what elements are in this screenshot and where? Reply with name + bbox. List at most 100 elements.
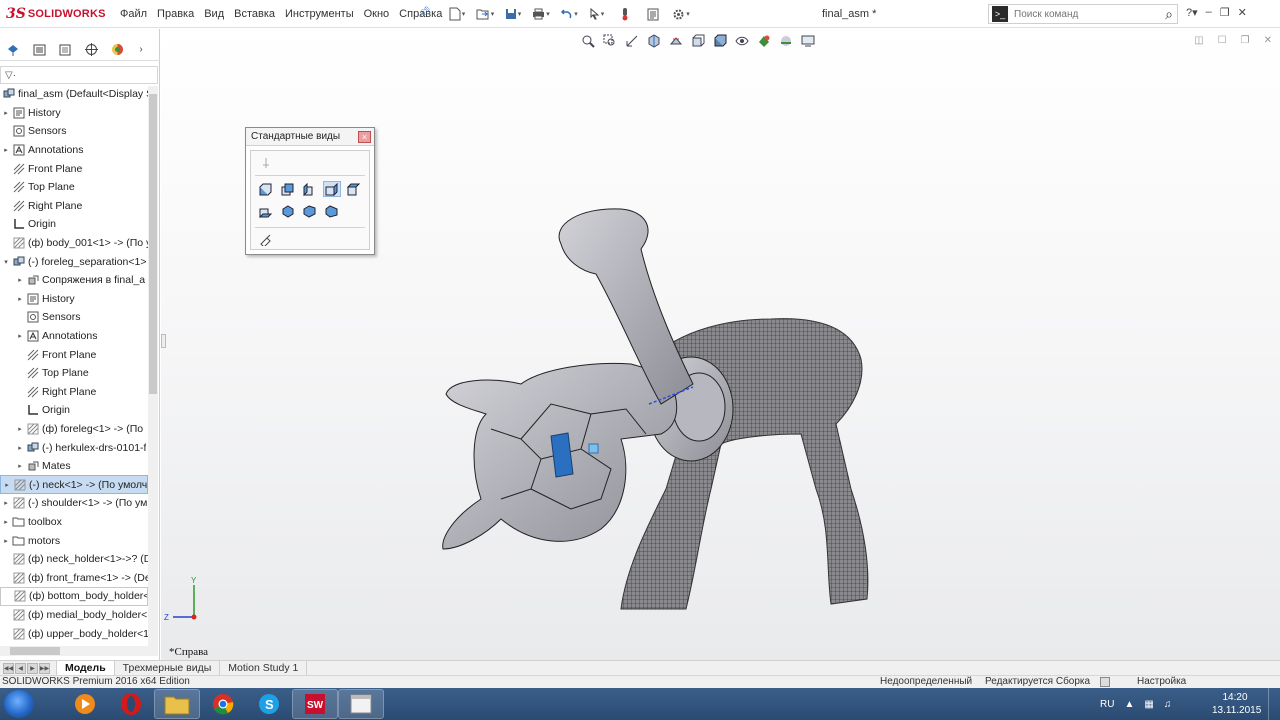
tree-item[interactable]: ▸ toolbox bbox=[0, 513, 148, 532]
back-view-icon[interactable] bbox=[279, 181, 297, 197]
split-view-icon[interactable]: ◫ bbox=[1194, 35, 1203, 46]
minimize-icon[interactable]: – bbox=[1206, 6, 1212, 19]
prev-tab-icon[interactable]: ◀ bbox=[15, 662, 26, 674]
print-icon[interactable]: ▾ bbox=[530, 5, 552, 23]
tree-horizontal-scrollbar[interactable] bbox=[0, 646, 158, 656]
tree-item[interactable]: ▸ Annotations bbox=[0, 141, 148, 160]
save-icon[interactable]: ▾ bbox=[502, 5, 524, 23]
view-orientation-icon[interactable] bbox=[689, 33, 706, 48]
tree-item[interactable]: Sensors bbox=[0, 308, 148, 327]
expand-arrow-icon[interactable]: ▸ bbox=[2, 537, 10, 545]
undo-icon[interactable]: ▾ bbox=[558, 5, 580, 23]
menu-insert[interactable]: Вставка bbox=[234, 8, 275, 20]
network-icon[interactable]: ▦ bbox=[1144, 699, 1153, 710]
top-view-icon[interactable] bbox=[345, 181, 363, 197]
display-manager-tab-icon[interactable] bbox=[104, 40, 130, 60]
panel-splitter-handle[interactable] bbox=[161, 334, 166, 348]
collapse-arrow-icon[interactable]: ▾ bbox=[2, 258, 10, 266]
expand-arrow-icon[interactable]: ▸ bbox=[3, 481, 11, 489]
last-tab-icon[interactable]: ▶▶ bbox=[39, 662, 50, 674]
scrollbar-thumb[interactable] bbox=[10, 647, 60, 655]
tab-model[interactable]: Модель bbox=[56, 660, 115, 676]
file-properties-icon[interactable] bbox=[642, 5, 664, 23]
normal-to-icon[interactable] bbox=[257, 231, 275, 247]
menu-tools[interactable]: Инструменты bbox=[285, 8, 354, 20]
expand-arrow-icon[interactable]: ▸ bbox=[16, 276, 24, 284]
expand-tabs-icon[interactable]: › bbox=[130, 40, 152, 60]
expand-arrow-icon[interactable]: ▸ bbox=[2, 518, 10, 526]
propertymanager-tab-icon[interactable] bbox=[26, 40, 52, 60]
tree-item[interactable]: ▸ motors bbox=[0, 531, 148, 550]
app-logo[interactable]: 3S SOLIDWORKS bbox=[6, 5, 106, 23]
menu-window[interactable]: Окно bbox=[364, 8, 390, 20]
show-desktop-button[interactable] bbox=[1268, 688, 1280, 720]
skype-icon[interactable]: S bbox=[246, 689, 292, 719]
first-tab-icon[interactable]: ◀◀ bbox=[3, 662, 14, 674]
tab-3d-views[interactable]: Трехмерные виды bbox=[115, 660, 221, 676]
hide-show-items-icon[interactable] bbox=[733, 33, 750, 48]
pin-menu-icon[interactable]: 📌︎ bbox=[418, 7, 431, 19]
bottom-view-icon[interactable] bbox=[257, 203, 275, 219]
apply-scene-icon[interactable] bbox=[777, 33, 794, 48]
expand-arrow-icon[interactable]: ▸ bbox=[16, 462, 24, 470]
section-view-icon[interactable] bbox=[645, 33, 662, 48]
expand-arrow-icon[interactable]: ▸ bbox=[16, 332, 24, 340]
rebuild-icon[interactable] bbox=[614, 5, 636, 23]
tree-item[interactable]: ▸ (ф) foreleg<1> -> (По bbox=[0, 420, 148, 439]
close-icon[interactable]: ✕ bbox=[1238, 6, 1247, 19]
tree-filter[interactable]: ▽· bbox=[0, 66, 158, 84]
graphics-area[interactable]: ◫ ☐ ❐ ✕ Стандартные виды × Y Z *Справа bbox=[161, 29, 1280, 660]
tree-item[interactable]: (ф) neck_holder<1>->? (D bbox=[0, 550, 148, 569]
tree-item[interactable]: ▸ Annotations bbox=[0, 327, 148, 346]
dimetric-view-icon[interactable] bbox=[323, 203, 341, 219]
menu-view[interactable]: Вид bbox=[204, 8, 224, 20]
tree-item[interactable]: (ф) front_frame<1> -> (De bbox=[0, 568, 148, 587]
restore-icon[interactable]: ❐ bbox=[1220, 6, 1230, 19]
folder-icon[interactable] bbox=[154, 689, 200, 719]
view-settings-icon[interactable] bbox=[799, 33, 816, 48]
opera-icon[interactable] bbox=[108, 689, 154, 719]
tree-item[interactable]: Origin bbox=[0, 401, 148, 420]
right-view-icon[interactable] bbox=[323, 181, 341, 197]
close-dialog-icon[interactable]: × bbox=[358, 131, 371, 143]
trimetric-view-icon[interactable] bbox=[301, 203, 319, 219]
language-indicator[interactable]: RU bbox=[1100, 699, 1114, 710]
new-document-icon[interactable]: ▾ bbox=[446, 5, 468, 23]
featuremanager-tab-icon[interactable] bbox=[0, 40, 26, 60]
tree-item[interactable]: (ф) upper_body_holder<1 bbox=[0, 624, 148, 643]
tree-item[interactable]: ▸ History bbox=[0, 290, 148, 309]
tree-item[interactable]: Sensors bbox=[0, 122, 148, 141]
search-icon[interactable]: ⌕ bbox=[1165, 6, 1173, 23]
expand-arrow-icon[interactable]: ▸ bbox=[16, 425, 24, 433]
tree-item[interactable]: ▾ (-) foreleg_separation<1> bbox=[0, 252, 148, 271]
solidworks-icon[interactable]: SW bbox=[292, 689, 338, 719]
expand-arrow-icon[interactable]: ▸ bbox=[2, 109, 10, 117]
tree-item[interactable]: (ф) bottom_body_holder< bbox=[0, 587, 148, 606]
zoom-to-area-icon[interactable] bbox=[601, 33, 618, 48]
tree-item[interactable]: Top Plane bbox=[0, 178, 148, 197]
isometric-view-icon[interactable] bbox=[279, 203, 297, 219]
filter-icon[interactable]: ▽· bbox=[5, 70, 16, 81]
restore-view-icon[interactable]: ☐ bbox=[1218, 35, 1227, 46]
dynamic-annotation-icon[interactable] bbox=[667, 33, 684, 48]
pin-dialog-icon[interactable] bbox=[257, 155, 275, 171]
chrome-icon[interactable] bbox=[200, 689, 246, 719]
previous-view-icon[interactable] bbox=[623, 33, 640, 48]
tree-item[interactable]: Origin bbox=[0, 215, 148, 234]
select-arrow-icon[interactable]: ▾ bbox=[586, 5, 608, 23]
close-view-icon[interactable]: ✕ bbox=[1264, 35, 1272, 46]
tree-item[interactable]: Top Plane bbox=[0, 364, 148, 383]
robot-model[interactable] bbox=[431, 199, 921, 619]
tree-vertical-scrollbar[interactable] bbox=[148, 86, 158, 646]
left-view-icon[interactable] bbox=[301, 181, 319, 197]
front-view-icon[interactable] bbox=[257, 181, 275, 197]
tree-item[interactable]: ▸ (-) shoulder<1> -> (По ум bbox=[0, 494, 148, 513]
window-icon[interactable] bbox=[338, 689, 384, 719]
open-icon[interactable]: ▾ bbox=[474, 5, 496, 23]
tree-item[interactable]: ▸ (-) herkulex-drs-0101-f bbox=[0, 438, 148, 457]
edit-appearance-icon[interactable] bbox=[755, 33, 772, 48]
display-style-icon[interactable] bbox=[711, 33, 728, 48]
tile-view-icon[interactable]: ❐ bbox=[1241, 35, 1250, 46]
clock[interactable]: 14:20 13.11.2015 bbox=[1212, 691, 1261, 717]
expand-arrow-icon[interactable]: ▸ bbox=[16, 295, 24, 303]
